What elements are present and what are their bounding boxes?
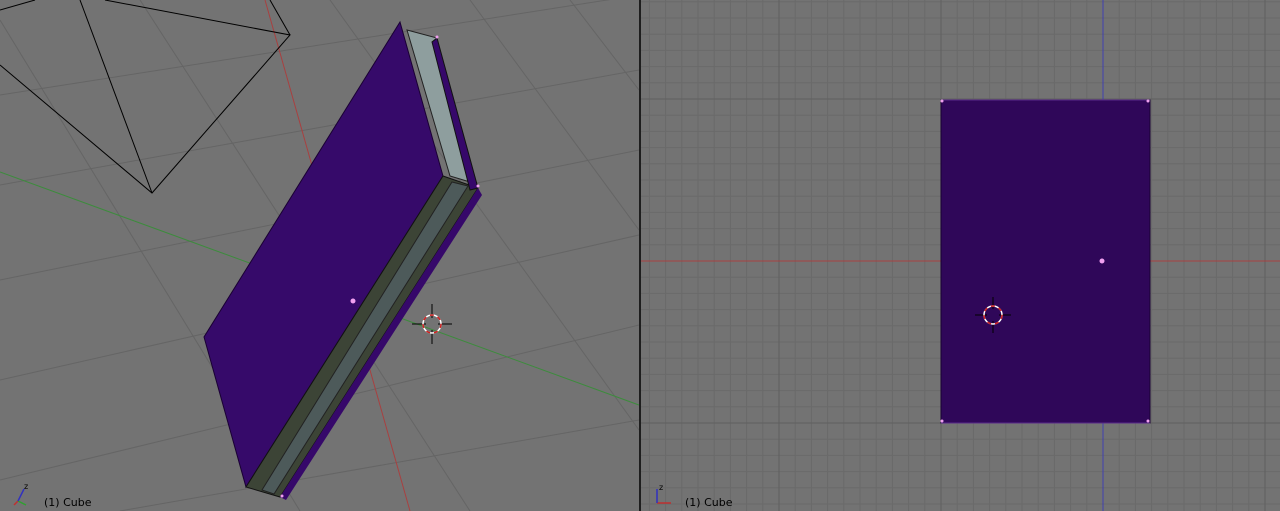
object-origin xyxy=(350,298,356,304)
perspective-scene[interactable] xyxy=(0,0,639,511)
object-origin xyxy=(1099,258,1105,264)
vertex xyxy=(940,419,944,423)
vertex xyxy=(435,35,439,39)
vertex xyxy=(1146,419,1150,423)
vertex xyxy=(1146,99,1150,103)
blender-3d-views: z (1) Cube z (1) Cube xyxy=(0,0,1280,511)
gizmo-z-label: z xyxy=(659,483,663,492)
object-face xyxy=(940,99,1151,424)
vertex xyxy=(940,99,944,103)
vertex xyxy=(280,494,284,498)
cube-object[interactable] xyxy=(940,99,1151,424)
axis-gizmo-icon: z xyxy=(656,483,671,504)
gizmo-z-label: z xyxy=(24,482,28,491)
vertex xyxy=(476,184,480,188)
axis-gizmo-icon: z xyxy=(13,482,28,506)
3d-cursor-icon[interactable] xyxy=(412,304,452,344)
object-name-label: (1) Cube xyxy=(685,496,733,509)
object-name-label: (1) Cube xyxy=(44,496,92,509)
cube-object[interactable] xyxy=(203,20,482,500)
orthographic-scene[interactable] xyxy=(641,0,1280,511)
perspective-viewport[interactable]: z (1) Cube xyxy=(0,0,639,511)
orthographic-viewport[interactable]: z (1) Cube xyxy=(641,0,1280,511)
